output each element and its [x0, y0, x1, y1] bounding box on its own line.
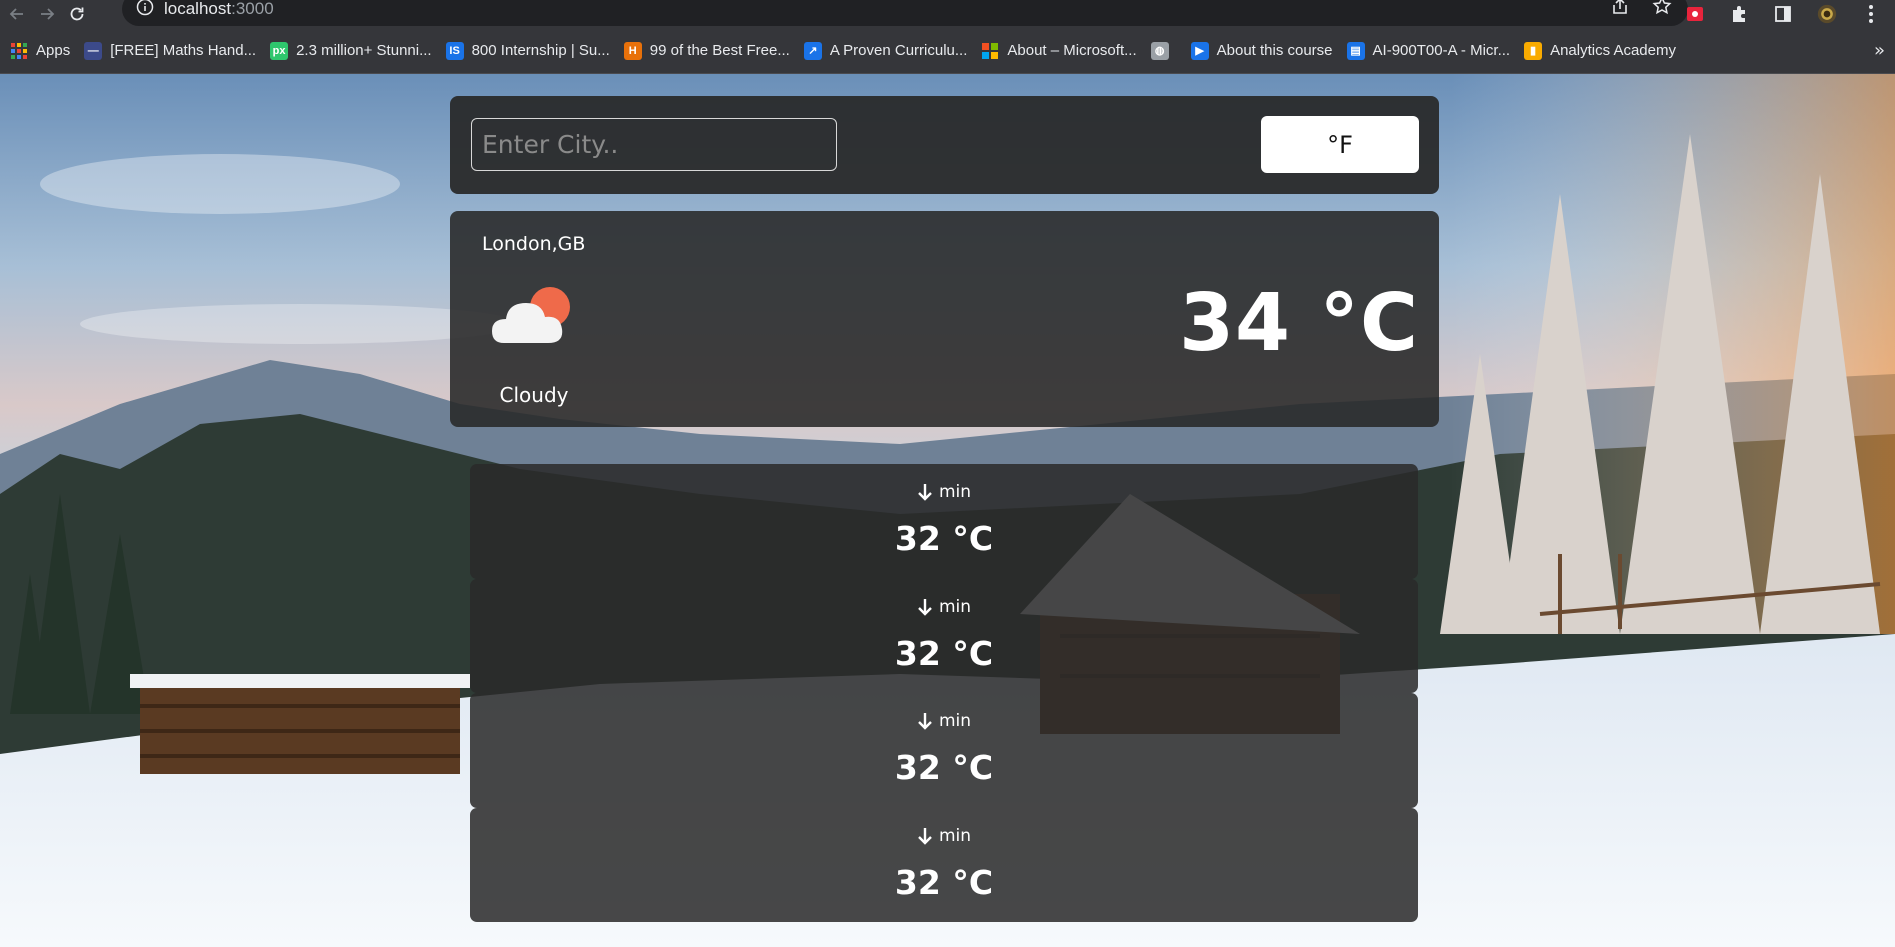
- forecast-item: min 32 °C: [470, 693, 1418, 808]
- bookmarks-overflow-icon[interactable]: »: [1874, 40, 1885, 61]
- bookmark-item[interactable]: ↗ A Proven Curriculu...: [800, 36, 978, 66]
- maths-icon: —: [84, 41, 103, 60]
- bookmark-item[interactable]: IS 800 Internship | Su...: [442, 36, 620, 66]
- bookmark-star-icon[interactable]: [1652, 0, 1672, 20]
- document-icon: ▤: [1346, 41, 1365, 60]
- bookmark-label: About – Microsoft...: [1007, 42, 1137, 59]
- globe-icon: ◍: [1150, 41, 1169, 60]
- address-bar[interactable]: localhost:3000: [122, 0, 1688, 26]
- pixabay-icon: px: [270, 41, 289, 60]
- bookmark-item[interactable]: — [FREE] Maths Hand...: [80, 36, 266, 66]
- unit-toggle-button[interactable]: °F: [1261, 116, 1419, 173]
- share-icon[interactable]: [1610, 0, 1630, 20]
- bookmark-label: 800 Internship | Su...: [471, 42, 610, 59]
- current-weather-panel: London,GB Cloudy 34 °C: [450, 211, 1439, 427]
- city-search-input[interactable]: [471, 118, 837, 171]
- bookmark-item[interactable]: Apps: [6, 36, 80, 66]
- extension-record-icon[interactable]: [1685, 4, 1705, 24]
- profile-avatar-icon[interactable]: [1817, 4, 1837, 24]
- bookmark-label: 99 of the Best Free...: [649, 42, 790, 59]
- arrow-down-icon: [917, 826, 933, 846]
- back-icon[interactable]: [4, 1, 30, 27]
- bookmark-label: 2.3 million+ Stunni...: [296, 42, 432, 59]
- forecast-temperature: 32 °C: [894, 748, 994, 787]
- forecast-label: min: [938, 482, 972, 502]
- bookmark-label: Apps: [36, 42, 71, 59]
- forecast-item: min 32 °C: [470, 807, 1418, 922]
- cloudy-sun-icon: [490, 281, 580, 351]
- bookmark-item[interactable]: ▮ Analytics Academy: [1520, 36, 1686, 66]
- location-label: London,GB: [482, 233, 586, 255]
- url-text: localhost:3000: [164, 0, 274, 18]
- forward-icon[interactable]: [34, 1, 60, 27]
- forecast-label: min: [938, 825, 972, 846]
- browser-menu-icon[interactable]: [1861, 4, 1881, 24]
- internship-icon: IS: [445, 41, 464, 60]
- forecast-item: min 32 °C: [470, 578, 1418, 693]
- bookmark-item[interactable]: ▶ About this course: [1187, 36, 1343, 66]
- bookmark-label: Analytics Academy: [1550, 42, 1676, 59]
- forecast-item: min 32 °C: [470, 464, 1418, 579]
- forecast-temperature: 32 °C: [894, 633, 994, 673]
- forecast-list: min 32 °C min 32 °C min 32 °C min 32 °C: [470, 464, 1418, 922]
- forecast-label: min: [938, 711, 972, 731]
- microsoft-icon: [981, 42, 999, 60]
- bookmark-label: AI-900T00-A - Micr...: [1372, 42, 1511, 59]
- apps-grid-icon: [10, 42, 28, 60]
- course-icon: ▶: [1190, 41, 1209, 60]
- arrow-down-icon: [917, 711, 933, 731]
- condition-label: Cloudy: [499, 383, 569, 407]
- bookmark-item[interactable]: ▤ AI-900T00-A - Micr...: [1343, 36, 1521, 66]
- chart-icon: ↗: [803, 41, 822, 60]
- bookmark-item[interactable]: px 2.3 million+ Stunni...: [266, 36, 442, 66]
- bookmark-item[interactable]: H 99 of the Best Free...: [620, 36, 800, 66]
- browser-toolbar: localhost:3000: [0, 0, 1895, 28]
- h-icon: H: [623, 41, 642, 60]
- extensions-puzzle-icon[interactable]: [1729, 4, 1749, 24]
- bookmark-label: A Proven Curriculu...: [829, 42, 968, 59]
- arrow-down-icon: [917, 597, 933, 617]
- reload-icon[interactable]: [64, 1, 90, 27]
- bookmark-label: [FREE] Maths Hand...: [110, 42, 257, 59]
- forecast-temperature: 32 °C: [894, 519, 994, 558]
- search-panel: °F: [450, 96, 1439, 194]
- current-temperature: 34 °C: [1179, 277, 1419, 369]
- forecast-temperature: 32 °C: [894, 862, 994, 902]
- bookmark-item[interactable]: About – Microsoft...: [977, 36, 1146, 66]
- analytics-icon: ▮: [1524, 41, 1543, 60]
- forecast-label: min: [938, 596, 972, 617]
- side-panel-icon[interactable]: [1773, 4, 1793, 24]
- bookmarks-bar: Apps — [FREE] Maths Hand... px 2.3 million+ …: [0, 28, 1895, 74]
- bookmark-label: About this course: [1216, 42, 1333, 59]
- site-info-icon[interactable]: [136, 0, 154, 20]
- bookmark-item[interactable]: ◍: [1147, 36, 1187, 66]
- arrow-down-icon: [917, 482, 933, 502]
- page-viewport: °F London,GB Cloudy 34 °C min 32 °C min: [0, 74, 1895, 947]
